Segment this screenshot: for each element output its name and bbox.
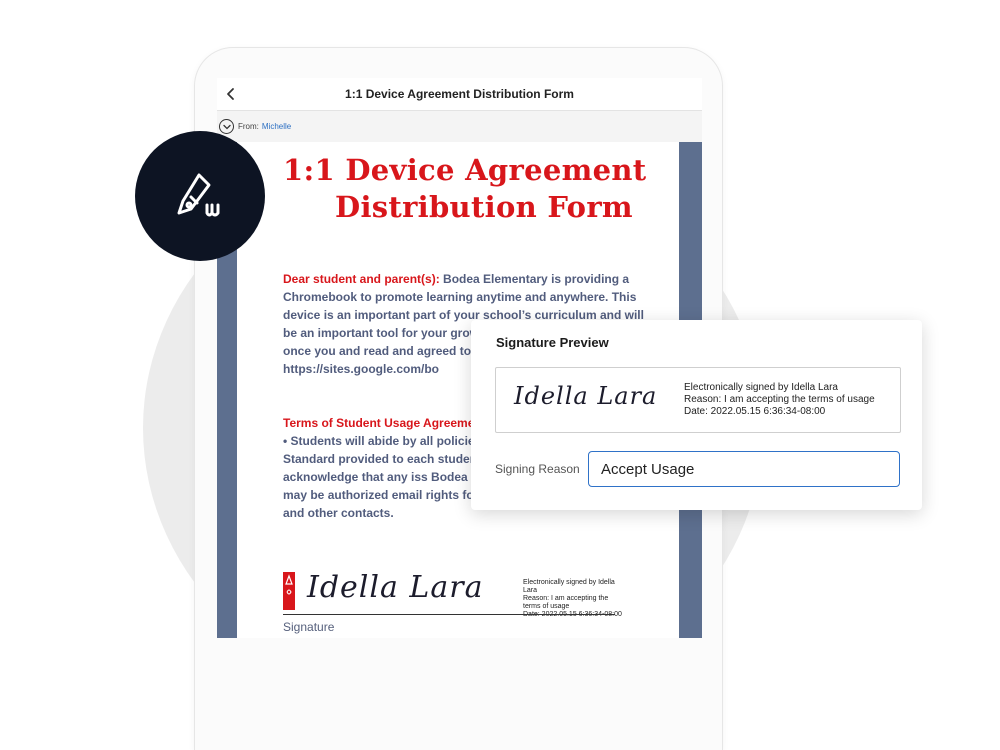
preview-title: Signature Preview: [496, 335, 609, 350]
signature-meta: Electronically signed by Idella Lara Rea…: [523, 579, 622, 618]
intro-lead: Dear student and parent(s):: [283, 272, 440, 286]
signature-script: Idella Lara: [307, 570, 484, 605]
chevron-down-icon: [222, 124, 231, 129]
pen-signature-badge: [135, 131, 265, 261]
sender-row: From: Michelle: [217, 111, 702, 143]
signature-block[interactable]: Idella Lara Electronically signed by Ide…: [283, 570, 623, 638]
preview-signature-script: Idella Lara: [514, 382, 658, 410]
page-title: 1:1 Device Agreement Distribution Form: [345, 87, 574, 101]
sender-name[interactable]: Michelle: [262, 122, 291, 131]
acrobat-logo-icon: [283, 572, 295, 610]
top-bar: 1:1 Device Agreement Distribution Form: [217, 78, 702, 111]
expand-sender-button[interactable]: [219, 119, 234, 134]
pen-signature-icon: [177, 173, 220, 217]
signing-reason-label: Signing Reason: [495, 462, 580, 476]
signature-preview-box: Idella Lara Electronically signed by Ide…: [495, 367, 901, 433]
signing-reason-input[interactable]: [588, 451, 900, 487]
chevron-left-icon: [227, 88, 234, 100]
preview-signature-meta: Electronically signed by Idella Lara Rea…: [684, 382, 875, 417]
signature-preview-card: Signature Preview Idella Lara Electronic…: [471, 320, 922, 510]
back-button[interactable]: [221, 84, 241, 104]
from-label: From:: [238, 122, 259, 131]
terms-heading: Terms of Student Usage Agreement: [283, 416, 486, 430]
signature-line: [283, 614, 615, 615]
document-title: 1:1 Device Agreement Distribution Form: [283, 153, 647, 224]
signature-label: Signature: [283, 620, 335, 634]
